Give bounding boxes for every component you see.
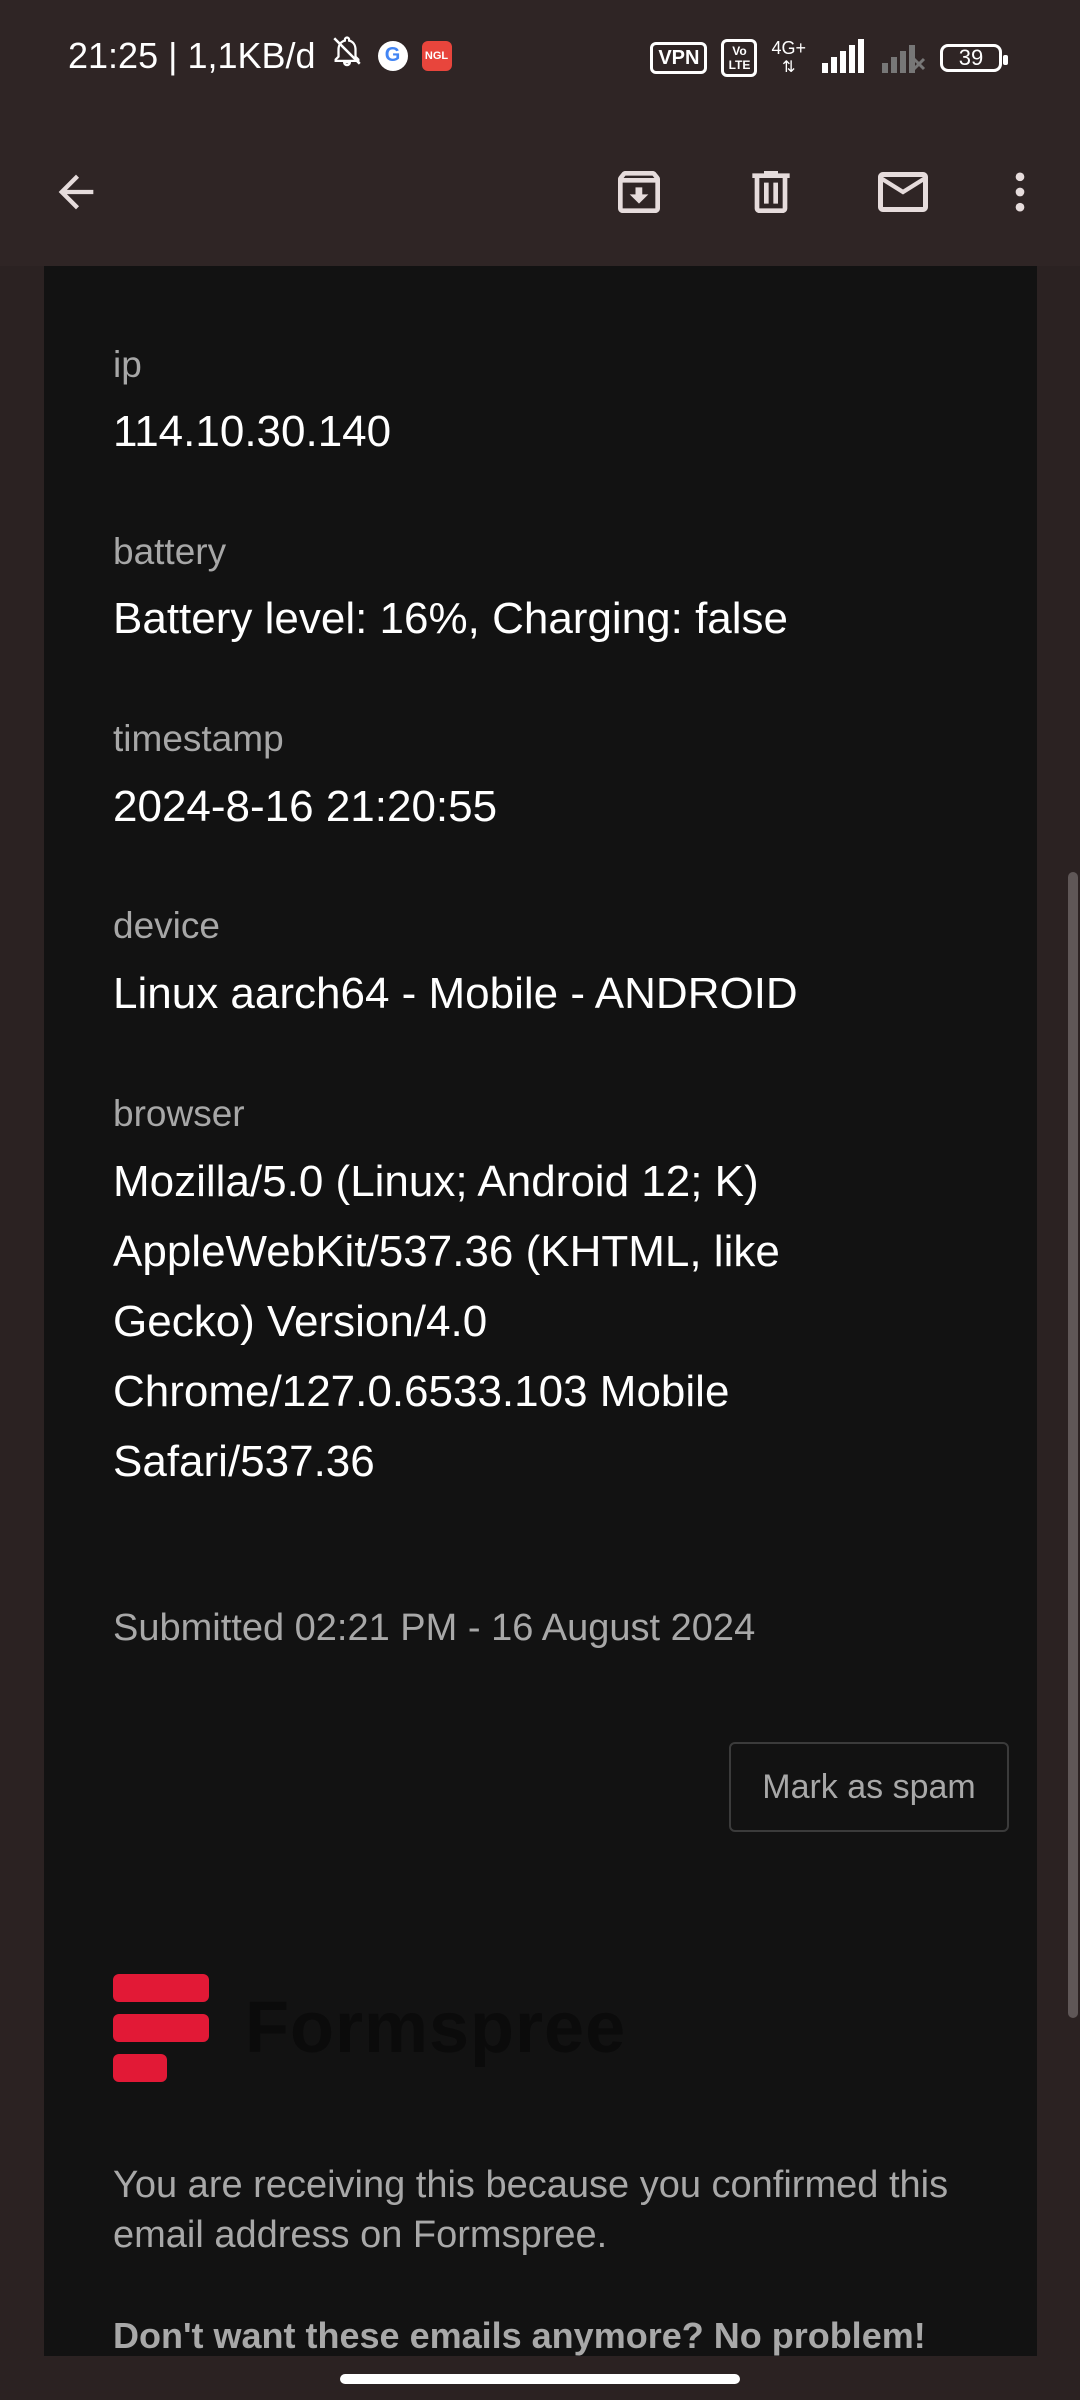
more-options-button[interactable] xyxy=(984,156,1056,228)
signal-strong-icon xyxy=(820,38,866,78)
field-label-timestamp: timestamp xyxy=(113,718,284,759)
status-left: 21:25 | 1,1KB/d G NGL xyxy=(68,34,452,77)
battery-level: 39 xyxy=(958,45,984,70)
field-value-ip: 114.10.30.140 xyxy=(113,407,392,456)
field-label-battery: battery xyxy=(113,531,227,572)
data-arrows-icon: ⇅ xyxy=(782,59,796,76)
status-right: VPN Vo LTE 4G+ ⇅ 39 xyxy=(650,38,1008,78)
scrollbar[interactable] xyxy=(1068,872,1078,2018)
ngl-app-icon: NGL xyxy=(421,40,452,71)
formspree-wordmark: Formspree xyxy=(245,1988,627,2068)
mark-unread-button[interactable] xyxy=(867,156,939,228)
field-label-device: device xyxy=(113,905,220,946)
mail-icon xyxy=(878,172,928,212)
status-time-speed: 21:25 | 1,1KB/d xyxy=(68,34,316,76)
google-icon: G xyxy=(377,40,408,71)
submitted-timestamp: Submitted 02:21 PM - 16 August 2024 xyxy=(113,1607,756,1649)
vpn-icon: VPN xyxy=(650,42,708,74)
email-card xyxy=(44,266,1037,2356)
archive-icon xyxy=(618,171,660,213)
field-label-browser: browser xyxy=(113,1093,245,1134)
mark-as-spam-button[interactable]: Mark as spam xyxy=(729,1742,1009,1832)
formspree-logo-mark xyxy=(113,1974,209,2082)
network-label: 4G+ xyxy=(771,38,806,58)
network-type: 4G+ ⇅ xyxy=(771,38,806,78)
delete-icon xyxy=(752,171,790,213)
signal-weak-icon xyxy=(880,39,926,78)
formspree-logo: Formspree xyxy=(113,1974,626,2082)
field-value-battery: Battery level: 16%, Charging: false xyxy=(113,594,789,643)
field-value-timestamp: 2024-8-16 21:20:55 xyxy=(113,782,498,831)
app-bar xyxy=(0,118,1080,266)
delete-button[interactable] xyxy=(735,156,807,228)
unsubscribe-text: Don't want these emails anymore? No prob… xyxy=(113,2315,926,2356)
field-label-ip: ip xyxy=(113,344,142,385)
bell-off-icon xyxy=(330,34,364,77)
volte-icon: Vo LTE xyxy=(721,39,758,77)
confirmation-notice: You are receiving this because you confi… xyxy=(113,2164,949,2256)
email-body: ip 114.10.30.140 battery Battery level: … xyxy=(0,0,1080,2400)
navigation-bar xyxy=(0,2356,1080,2400)
home-indicator[interactable] xyxy=(340,2374,740,2384)
field-value-device: Linux aarch64 - Mobile - ANDROID xyxy=(113,969,798,1018)
status-bar: 21:25 | 1,1KB/d G NGL VPN Vo LTE 4G+ ⇅ 3… xyxy=(0,0,1080,118)
battery-icon: 39 xyxy=(940,44,1008,72)
back-arrow-icon xyxy=(58,174,94,210)
archive-button[interactable] xyxy=(603,156,675,228)
back-button[interactable] xyxy=(40,156,112,228)
more-vert-icon xyxy=(1015,172,1025,212)
field-value-browser: Mozilla/5.0 (Linux; Android 12; K) Apple… xyxy=(113,1157,780,1486)
